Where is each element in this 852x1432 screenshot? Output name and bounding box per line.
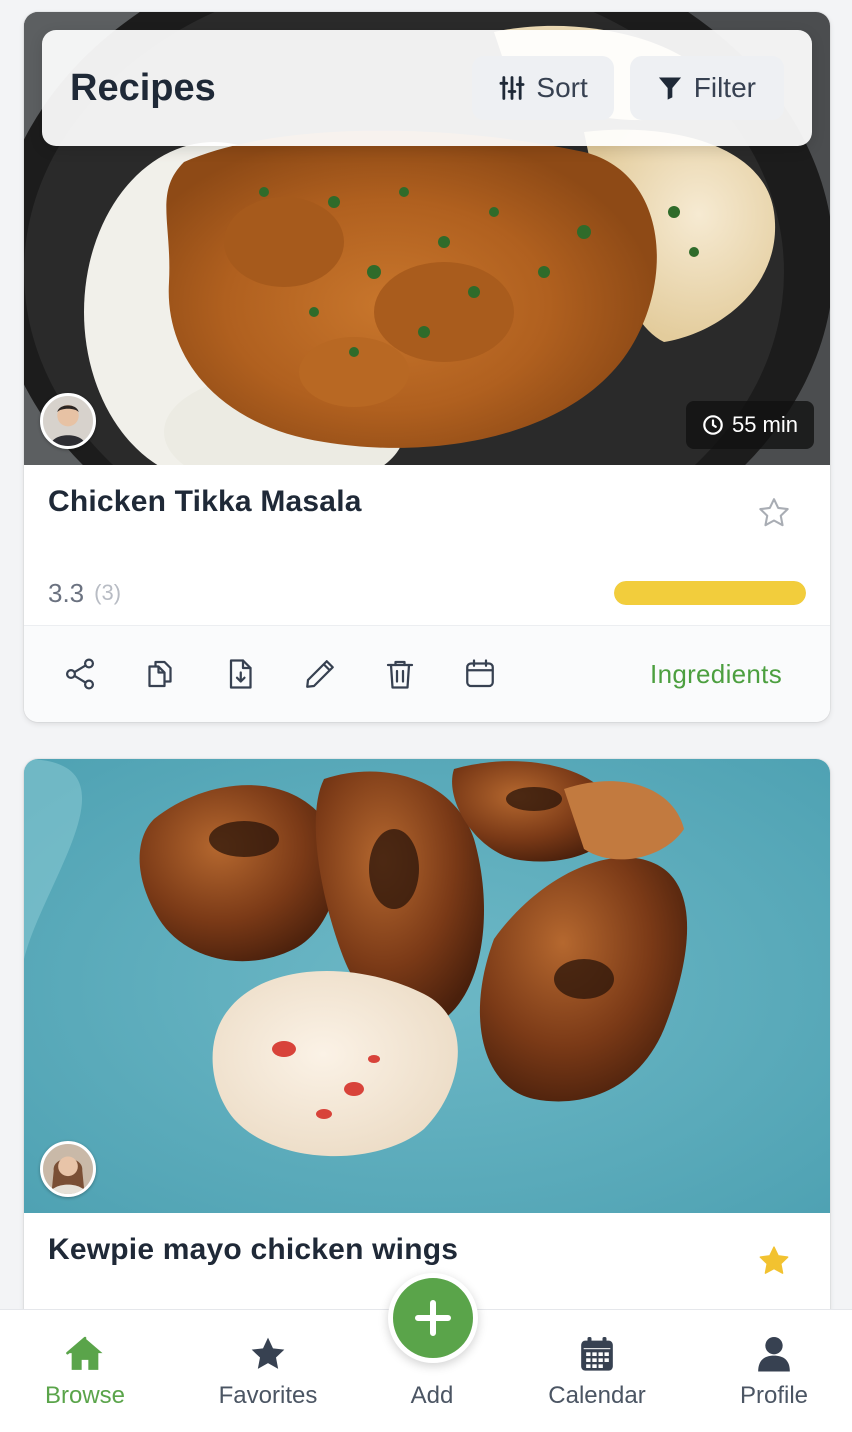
edit-icon — [306, 660, 334, 688]
edit-button[interactable] — [300, 654, 340, 694]
filter-funnel-icon — [658, 77, 681, 100]
woman-avatar-icon — [43, 1144, 93, 1194]
ingredients-link[interactable]: Ingredients — [650, 659, 782, 690]
delete-button[interactable] — [380, 654, 420, 694]
home-icon — [66, 1336, 103, 1370]
sort-sliders-icon — [499, 76, 525, 100]
rating-value: 3.3 — [48, 577, 85, 608]
nav-label: Calendar — [548, 1382, 646, 1409]
page-title: Recipes — [70, 66, 216, 109]
nav-profile[interactable]: Profile — [694, 1334, 852, 1410]
recipe-title[interactable]: Chicken Tikka Masala — [48, 485, 362, 519]
filter-button[interactable]: Filter — [629, 56, 784, 120]
share-icon — [65, 658, 95, 690]
top-header: Recipes Sort Filter — [42, 30, 812, 146]
add-recipe-button[interactable] — [388, 1273, 478, 1363]
duplicate-button[interactable] — [140, 654, 180, 694]
cook-time: 55 min — [731, 412, 798, 437]
calendar-icon — [581, 1337, 613, 1371]
star-filled-icon — [759, 1246, 789, 1274]
star-icon — [251, 1337, 285, 1369]
trash-icon — [386, 660, 414, 689]
nav-favorites[interactable]: Favorites — [188, 1334, 348, 1410]
recipe-photo[interactable] — [24, 759, 830, 1213]
wings-photo — [24, 759, 830, 1213]
nav-label: Add — [410, 1382, 454, 1409]
sort-button[interactable]: Sort — [472, 56, 614, 120]
action-bar: Ingredients — [24, 625, 830, 722]
plus-icon — [415, 1300, 451, 1336]
author-avatar[interactable] — [40, 393, 96, 449]
calendar-icon — [466, 659, 494, 688]
time-badge: 55 min — [685, 401, 814, 449]
star-outline-icon — [759, 498, 789, 527]
rating-bar — [614, 581, 806, 605]
user-icon — [758, 1337, 790, 1372]
man-avatar-icon — [43, 396, 93, 446]
nav-label: Favorites — [218, 1382, 318, 1409]
duplicate-icon — [148, 660, 172, 688]
sort-label: Sort — [536, 72, 588, 103]
filter-label: Filter — [693, 72, 756, 103]
nav-browse[interactable]: Browse — [5, 1334, 165, 1410]
rating-count: (3) — [94, 580, 122, 605]
nav-label: Browse — [44, 1382, 126, 1409]
rating-row: 3.3 (3) — [48, 577, 806, 609]
schedule-button[interactable] — [460, 654, 500, 694]
download-icon — [229, 659, 252, 689]
rating-bar-fill — [614, 581, 806, 605]
clock-icon — [703, 415, 723, 435]
recipe-title[interactable]: Kewpie mayo chicken wings — [48, 1233, 458, 1267]
share-button[interactable] — [60, 654, 100, 694]
author-avatar[interactable] — [40, 1141, 96, 1197]
recipe-card[interactable]: Kewpie mayo chicken wings — [24, 759, 830, 1359]
favorite-toggle[interactable] — [754, 493, 794, 533]
nav-label: Profile — [739, 1382, 809, 1409]
nav-calendar[interactable]: Calendar — [517, 1334, 677, 1410]
favorite-toggle[interactable] — [754, 1241, 794, 1281]
download-button[interactable] — [220, 654, 260, 694]
